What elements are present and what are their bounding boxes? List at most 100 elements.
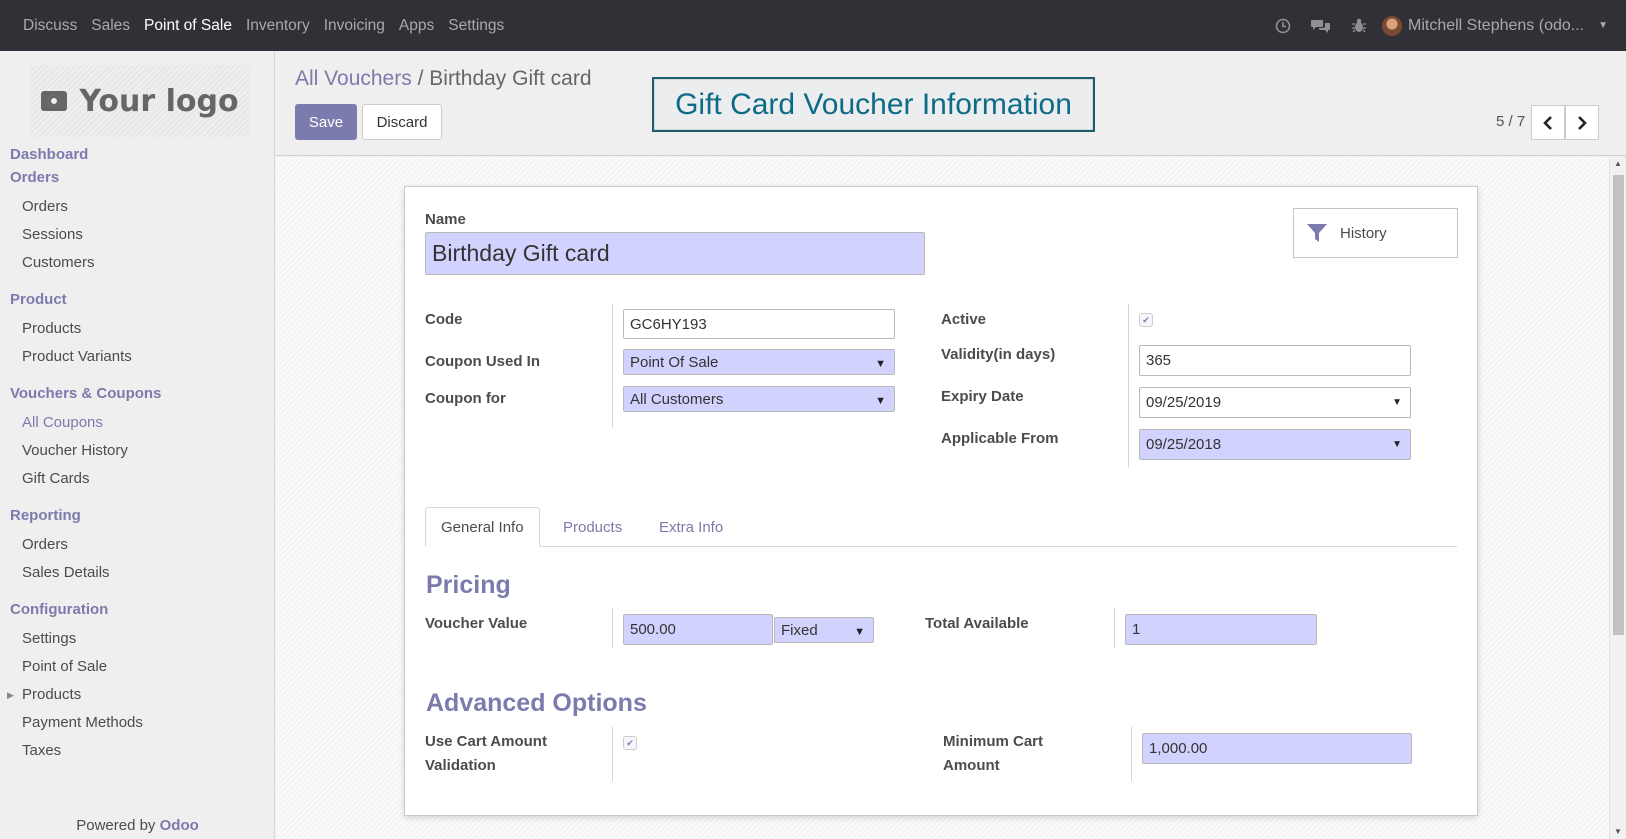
- sidebar-section-reporting[interactable]: Reporting: [10, 507, 81, 524]
- logo-text: Your logo: [79, 83, 239, 119]
- history-button[interactable]: History: [1293, 208, 1458, 258]
- breadcrumb-separator: /: [417, 67, 424, 90]
- scrollbar-thumb[interactable]: [1613, 175, 1624, 635]
- sidebar-item-product-variants[interactable]: Product Variants: [22, 348, 132, 365]
- expiry-date-field[interactable]: 09/25/2019 ▼: [1139, 387, 1411, 418]
- breadcrumb-current: Birthday Gift card: [429, 67, 592, 90]
- applicable-from-field[interactable]: 09/25/2018 ▼: [1139, 429, 1411, 460]
- name-field[interactable]: Birthday Gift card: [425, 232, 925, 275]
- sidebar-section-dashboard[interactable]: Dashboard: [10, 146, 88, 163]
- coupon-used-in-value: Point Of Sale: [630, 353, 719, 371]
- discard-button[interactable]: Discard: [362, 104, 442, 140]
- pricing-heading: Pricing: [426, 571, 511, 599]
- name-label: Name: [425, 211, 466, 228]
- coupon-for-select[interactable]: All Customers ▼: [623, 386, 895, 412]
- sidebar-section-product[interactable]: Product: [10, 291, 67, 308]
- tab-extra-info[interactable]: Extra Info: [644, 507, 738, 547]
- camera-icon: [41, 91, 68, 111]
- sidebar-item-settings[interactable]: Settings: [22, 630, 76, 647]
- code-field[interactable]: GC6HY193: [623, 309, 895, 339]
- sidebar-item-all-coupons[interactable]: All Coupons: [22, 414, 103, 431]
- menu-apps[interactable]: Apps: [399, 17, 434, 35]
- validity-field[interactable]: 365: [1139, 345, 1411, 376]
- sidebar-item-point-of-sale[interactable]: Point of Sale: [22, 658, 107, 675]
- odoo-link[interactable]: Odoo: [160, 817, 199, 834]
- pager-next-button[interactable]: [1565, 105, 1599, 140]
- menu-point-of-sale[interactable]: Point of Sale: [144, 17, 232, 35]
- menu-sales[interactable]: Sales: [91, 17, 130, 35]
- top-navbar: Discuss Sales Point of Sale Inventory In…: [0, 0, 1626, 51]
- filter-icon: [1307, 224, 1327, 242]
- menu-inventory[interactable]: Inventory: [246, 17, 310, 35]
- voucher-value-field[interactable]: 500.00: [623, 614, 773, 645]
- tab-products[interactable]: Products: [548, 507, 637, 547]
- sidebar-item-voucher-history[interactable]: Voucher History: [22, 442, 128, 459]
- company-logo[interactable]: Your logo: [30, 65, 250, 137]
- active-label: Active: [941, 311, 987, 328]
- sidebar-item-sales-details[interactable]: Sales Details: [22, 564, 110, 581]
- tab-general-info[interactable]: General Info: [425, 507, 540, 547]
- total-available-label: Total Available: [925, 615, 1029, 632]
- annotation-callout: Gift Card Voucher Information: [652, 77, 1095, 132]
- voucher-type-value: Fixed: [781, 621, 818, 639]
- sidebar-item-gift-cards[interactable]: Gift Cards: [22, 470, 90, 487]
- sidebar: Your logo Dashboard Orders Orders Sessio…: [0, 51, 275, 839]
- menu-invoicing[interactable]: Invoicing: [324, 17, 385, 35]
- sidebar-item-sessions[interactable]: Sessions: [22, 226, 83, 243]
- chat-icon[interactable]: [1302, 18, 1340, 34]
- right-group-separator: [1128, 304, 1129, 468]
- coupon-for-value: All Customers: [630, 390, 724, 408]
- sidebar-item-taxes[interactable]: Taxes: [22, 742, 61, 759]
- min-cart-label-line2: Amount: [943, 757, 1000, 774]
- notebook-tabs: General Info Products Extra Info: [425, 507, 1457, 547]
- pager-counter[interactable]: 5 / 7: [1496, 113, 1525, 130]
- active-checkbox[interactable]: ✔: [1139, 313, 1153, 327]
- sidebar-item-products[interactable]: Products: [22, 320, 81, 337]
- sidebar-item-customers[interactable]: Customers: [22, 254, 95, 271]
- advanced-separator: [612, 727, 613, 781]
- expiry-date-label: Expiry Date: [941, 388, 1024, 405]
- sidebar-section-vouchers[interactable]: Vouchers & Coupons: [10, 385, 161, 402]
- clock-icon[interactable]: [1264, 18, 1302, 34]
- sidebar-section-orders[interactable]: Orders: [10, 169, 59, 186]
- breadcrumb-parent[interactable]: All Vouchers: [295, 67, 412, 90]
- min-cart-label-line1: Minimum Cart: [943, 733, 1044, 750]
- save-button[interactable]: Save: [295, 104, 357, 140]
- sidebar-item-reporting-orders[interactable]: Orders: [22, 536, 68, 553]
- menu-discuss[interactable]: Discuss: [23, 17, 77, 35]
- pricing-separator: [612, 608, 613, 648]
- coupon-used-in-select[interactable]: Point Of Sale ▼: [623, 349, 895, 375]
- total-available-field[interactable]: 1: [1125, 614, 1317, 645]
- caret-down-icon: ▼: [1392, 439, 1402, 450]
- caret-right-icon[interactable]: ▶: [7, 690, 14, 701]
- cart-validation-checkbox[interactable]: ✔: [623, 736, 637, 750]
- coupon-for-label: Coupon for: [425, 390, 506, 407]
- user-name: Mitchell Stephens (odo...: [1408, 16, 1585, 34]
- code-label: Code: [425, 311, 463, 328]
- coupon-used-in-label: Coupon Used In: [425, 353, 540, 370]
- bug-icon[interactable]: [1340, 18, 1378, 34]
- sidebar-section-configuration[interactable]: Configuration: [10, 601, 108, 618]
- scroll-up-icon[interactable]: ▲: [1614, 159, 1622, 168]
- powered-by-text: Powered by: [76, 817, 156, 834]
- powered-by: Powered by Odoo: [0, 817, 275, 834]
- scrollbar[interactable]: ▲ ▼: [1609, 157, 1626, 839]
- systray: Mitchell Stephens (odo... ▼: [1264, 0, 1626, 51]
- chevron-left-icon: [1543, 115, 1552, 130]
- expiry-date-value: 09/25/2019: [1146, 394, 1222, 411]
- scroll-down-icon[interactable]: ▼: [1614, 827, 1622, 836]
- caret-down-icon: ▼: [1598, 20, 1608, 31]
- pager-previous-button[interactable]: [1531, 105, 1565, 140]
- sidebar-item-config-products[interactable]: Products: [22, 686, 81, 703]
- control-panel: All Vouchers / Birthday Gift card Save D…: [276, 51, 1626, 156]
- sidebar-item-payment-methods[interactable]: Payment Methods: [22, 714, 143, 731]
- min-cart-separator: [1131, 727, 1132, 781]
- user-menu[interactable]: Mitchell Stephens (odo... ▼: [1382, 15, 1608, 36]
- min-cart-amount-field[interactable]: 1,000.00: [1142, 733, 1412, 764]
- dropdown-arrow-icon: ▼: [875, 358, 886, 370]
- voucher-type-select[interactable]: Fixed ▼: [774, 617, 874, 643]
- sidebar-item-orders[interactable]: Orders: [22, 198, 68, 215]
- avatar: [1382, 15, 1402, 36]
- validity-label: Validity(in days): [941, 346, 1056, 363]
- menu-settings[interactable]: Settings: [448, 17, 504, 35]
